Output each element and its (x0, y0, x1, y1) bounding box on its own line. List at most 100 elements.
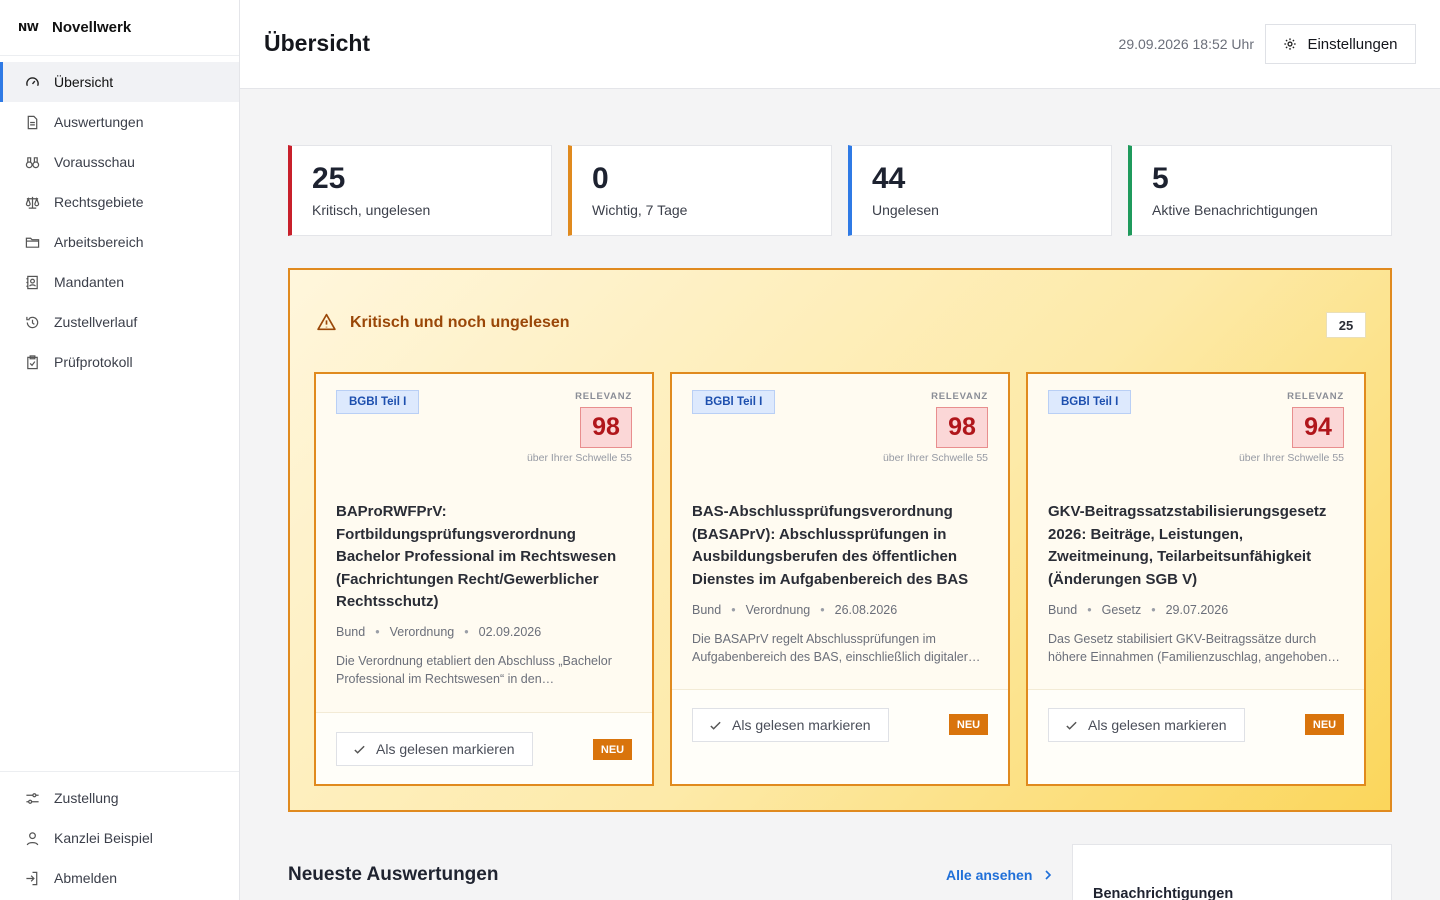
folder-icon (24, 234, 40, 250)
relevance-label: RELEVANZ (931, 391, 988, 402)
stat-unread[interactable]: 44 Ungelesen (848, 145, 1112, 236)
sidebar-item-arbeitsbereich[interactable]: Arbeitsbereich (0, 222, 239, 262)
source-badge: BGBl Teil I (692, 390, 776, 414)
main-nav: Übersicht Auswertungen Vorausschau Recht… (0, 56, 239, 382)
sidebar-item-vorausschau[interactable]: Vorausschau (0, 142, 239, 182)
sidebar-item-zustellung[interactable]: Zustellung (0, 778, 239, 818)
mark-as-read-button[interactable]: Als gelesen markieren (692, 708, 889, 742)
sidebar-item-label: Übersicht (54, 74, 114, 90)
see-all-link[interactable]: Alle ansehen (946, 867, 1054, 883)
sidebar-item-zustellverlauf[interactable]: Zustellverlauf (0, 302, 239, 342)
notifications-card: Benachrichtigungen (1072, 844, 1392, 900)
sidebar-item-label: Auswertungen (54, 114, 144, 130)
stat-value: 0 (592, 162, 609, 195)
sidebar-item-label: Arbeitsbereich (54, 234, 144, 250)
relevance-label: RELEVANZ (1287, 391, 1344, 402)
mark-as-read-button[interactable]: Als gelesen markieren (336, 732, 533, 766)
critical-panel-title: Kritisch und noch ungelesen (350, 313, 570, 331)
mark-as-read-label: Als gelesen markieren (376, 741, 515, 757)
history-icon (24, 314, 40, 330)
stat-value: 5 (1152, 162, 1169, 195)
relevance-label: RELEVANZ (575, 391, 632, 402)
sidebar-item-label: Rechtsgebiete (54, 194, 144, 210)
clipboard-icon (24, 354, 40, 370)
meta-date: 26.08.2026 (834, 603, 898, 617)
critical-unread-panel: Kritisch und noch ungelesen 25 BGBl Teil… (288, 268, 1392, 812)
card-meta: Bund • Verordnung • 26.08.2026 (692, 603, 897, 617)
card-title[interactable]: BAS-Abschlussprüfungsverordnung (BASAPrV… (692, 501, 990, 591)
mark-as-read-label: Als gelesen markieren (732, 717, 871, 733)
relevance-score: 94 (1292, 407, 1344, 448)
scale-icon (24, 194, 40, 210)
current-datetime: 29.09.2026 18:52 Uhr (1118, 36, 1254, 52)
stat-label: Aktive Benachrichtigungen (1152, 202, 1318, 218)
card-description: Das Gesetz stabilisiert GKV-Beitragssätz… (1048, 632, 1340, 664)
brand[interactable]: NW Novellwerk (0, 0, 239, 56)
relevance-threshold-hint: über Ihrer Schwelle 55 (1238, 452, 1344, 464)
sidebar-item-mandanten[interactable]: Mandanten (0, 262, 239, 302)
stat-critical-unread[interactable]: 25 Kritisch, ungelesen (288, 145, 552, 236)
meta-separator: • (731, 603, 736, 617)
meta-date: 29.07.2026 (1165, 603, 1229, 617)
stat-label: Kritisch, ungelesen (312, 202, 431, 218)
brand-name: Novellwerk (52, 19, 132, 36)
new-badge: NEU (593, 739, 632, 760)
mark-as-read-button[interactable]: Als gelesen markieren (1048, 708, 1245, 742)
sidebar-item-label: Kanzlei Beispiel (54, 830, 153, 846)
user-icon (24, 830, 40, 846)
binoculars-icon (24, 154, 40, 170)
checkmark-icon (1066, 721, 1077, 730)
meta-separator: • (1087, 603, 1092, 617)
warning-icon (317, 313, 336, 331)
relevance-threshold-hint: über Ihrer Schwelle 55 (882, 452, 988, 464)
card-title[interactable]: BAProRWFPrV: Fortbildungsprüfungsverordn… (336, 501, 634, 614)
new-badge: NEU (949, 714, 988, 735)
meta-type: Verordnung (745, 603, 811, 617)
meta-separator: • (464, 625, 469, 639)
sidebar-footer: Zustellung Kanzlei Beispiel Abmelden (0, 771, 239, 900)
stat-important-7-days[interactable]: 0 Wichtig, 7 Tage (568, 145, 832, 236)
checkmark-icon (354, 745, 365, 754)
chevron-right-icon (1045, 870, 1052, 880)
relevance-score: 98 (936, 407, 988, 448)
critical-count-badge: 25 (1326, 312, 1366, 338)
sidebar-item-label: Prüfprotokoll (54, 354, 133, 370)
sidebar-item-logout[interactable]: Abmelden (0, 858, 239, 898)
stat-label: Wichtig, 7 Tage (592, 202, 688, 218)
meta-separator: • (1151, 603, 1156, 617)
meta-jurisdiction: Bund (336, 625, 366, 639)
meta-jurisdiction: Bund (1048, 603, 1078, 617)
meta-jurisdiction: Bund (692, 603, 722, 617)
top-bar: Übersicht 29.09.2026 18:52 Uhr Einstellu… (240, 0, 1440, 89)
card-description: Die Verordnung etabliert den Abschluss „… (336, 654, 612, 686)
sidebar-item-pruefprotokoll[interactable]: Prüfprotokoll (0, 342, 239, 382)
critical-card[interactable]: BGBl Teil I RELEVANZ 98 über Ihrer Schwe… (670, 372, 1010, 786)
card-meta: Bund • Verordnung • 02.09.2026 (336, 625, 541, 639)
stat-active-notifications[interactable]: 5 Aktive Benachrichtigungen (1128, 145, 1392, 236)
gear-icon (1284, 38, 1297, 50)
critical-card[interactable]: BGBl Teil I RELEVANZ 94 über Ihrer Schwe… (1026, 372, 1366, 786)
stat-value: 44 (872, 162, 906, 195)
brand-logo: NW (18, 21, 39, 34)
sidebar-item-uebersicht[interactable]: Übersicht (0, 62, 239, 102)
sidebar-item-account[interactable]: Kanzlei Beispiel (0, 818, 239, 858)
latest-evaluations-title: Neueste Auswertungen (288, 864, 499, 885)
settings-button[interactable]: Einstellungen (1265, 24, 1416, 64)
critical-panel-header: Kritisch und noch ungelesen (316, 312, 570, 333)
sidebar-item-label: Zustellung (54, 790, 119, 806)
checkmark-icon (710, 721, 721, 730)
critical-card[interactable]: BGBl Teil I RELEVANZ 98 über Ihrer Schwe… (314, 372, 654, 786)
document-icon (24, 114, 40, 130)
meta-separator: • (375, 625, 380, 639)
meta-type: Verordnung (389, 625, 455, 639)
card-title[interactable]: GKV-Beitragssatzstabilisierungsgesetz 20… (1048, 501, 1346, 591)
card-meta: Bund • Gesetz • 29.07.2026 (1048, 603, 1228, 617)
meta-date: 02.09.2026 (478, 625, 542, 639)
logout-icon (24, 870, 40, 886)
sidebar-item-auswertungen[interactable]: Auswertungen (0, 102, 239, 142)
relevance-score: 98 (580, 407, 632, 448)
notifications-title: Benachrichtigungen (1093, 886, 1234, 900)
sidebar-item-rechtsgebiete[interactable]: Rechtsgebiete (0, 182, 239, 222)
mark-as-read-label: Als gelesen markieren (1088, 717, 1227, 733)
stat-value: 25 (312, 162, 346, 195)
